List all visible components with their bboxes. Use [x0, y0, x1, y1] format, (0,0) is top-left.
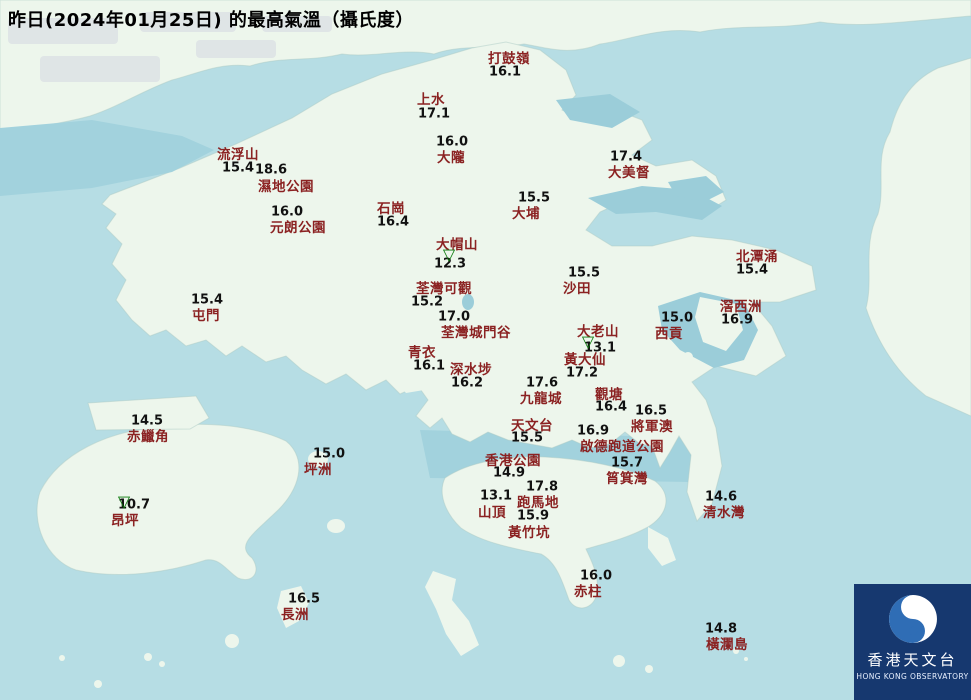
station-temperature: 14.8	[704, 621, 738, 637]
station-temperature: 15.0	[660, 310, 694, 326]
station-temperature: 16.5	[287, 591, 321, 607]
station-temperature: 15.2	[410, 294, 444, 310]
hko-logo-icon	[888, 595, 937, 643]
hko-logo-name-en: HONG KONG OBSERVATORY	[856, 672, 969, 681]
station-temperature: 15.4	[190, 292, 224, 308]
station-temperature: 15.7	[610, 455, 644, 471]
station-temperature: 13.1	[479, 488, 513, 504]
hko-logo-name-zh: 香港天文台	[867, 651, 958, 669]
station-temperature: 15.0	[312, 446, 346, 462]
station-temperature: 17.0	[437, 309, 471, 325]
low-temp-marker-icon: ▽	[117, 492, 131, 511]
station-temperature: 15.5	[567, 265, 601, 281]
station-temperature: 16.4	[376, 214, 410, 230]
station-temperature: 17.1	[417, 106, 451, 122]
station-temperature: 16.0	[270, 204, 304, 220]
station-temperature: 15.9	[516, 508, 550, 524]
station-temperature: 16.4	[594, 399, 628, 415]
station-temperature: 15.4	[221, 160, 255, 176]
station-temperature: 14.9	[492, 465, 526, 481]
station-temperature: 15.5	[510, 430, 544, 446]
hko-logo: 香港天文台 HONG KONG OBSERVATORY	[854, 584, 971, 700]
low-temp-marker-icon: ▽	[442, 245, 456, 264]
station-temperature: 17.4	[609, 149, 643, 165]
station-temperature: 14.5	[130, 413, 164, 429]
station-temperature: 16.9	[720, 312, 754, 328]
station-name: 山頂	[478, 505, 506, 521]
station-temperature: 15.4	[735, 262, 769, 278]
station-temperature: 16.1	[488, 64, 522, 80]
station-temperature: 16.0	[435, 134, 469, 150]
station-temperature: 17.2	[565, 365, 599, 381]
station-temperature: 16.9	[576, 423, 610, 439]
station-name: 上水	[417, 92, 445, 108]
station-temperature: 17.6	[525, 375, 559, 391]
station-temperature: 15.5	[517, 190, 551, 206]
station-temperature: 16.0	[579, 568, 613, 584]
station-temperature: 16.1	[412, 358, 446, 374]
station-temperature: 14.6	[704, 489, 738, 505]
station-temperature: 16.2	[450, 375, 484, 391]
station-name: 濕地公園	[258, 179, 314, 195]
station-temperature: 16.5	[634, 403, 668, 419]
station-temperature: 18.6	[254, 162, 288, 178]
stations-layer: 打鼓嶺 16.1 上水 17.1 大隴 16.0 流浮山 15.4 濕地公園 18.6 大美督 17.…	[0, 0, 971, 700]
station-name: 黃竹坑	[508, 525, 550, 541]
map-title: 昨日(2024年01月25日) 的最高氣溫（攝氏度）	[8, 10, 414, 31]
station-temperature: 17.8	[525, 479, 559, 495]
